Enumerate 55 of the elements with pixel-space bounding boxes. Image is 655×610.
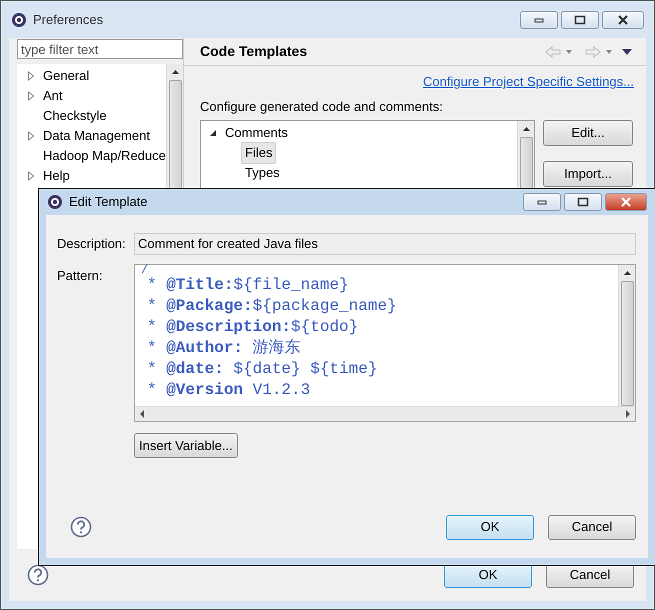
minimize-button[interactable] <box>520 10 558 28</box>
description-label: Description: <box>57 235 127 254</box>
close-icon <box>617 14 629 24</box>
code-line: *@Version V1.2.3 <box>146 380 312 401</box>
dialog-title: Edit Template <box>69 193 149 212</box>
tree-item[interactable]: General <box>43 66 90 86</box>
collapsed-arrow-icon[interactable] <box>27 131 35 141</box>
code-line: *@Title:${file_name} <box>146 275 350 296</box>
cancel-button[interactable]: Cancel <box>548 514 636 540</box>
code-line: *@Author: 游海东 <box>146 338 302 359</box>
pattern-label: Pattern: <box>57 267 104 285</box>
app-icon <box>11 12 27 28</box>
tree-item[interactable]: Ant <box>43 86 63 106</box>
page-title: Code Templates <box>200 42 308 61</box>
scroll-right-arrow-icon[interactable] <box>625 410 631 418</box>
navigation-arrows-icon[interactable] <box>544 44 634 58</box>
tree-item[interactable]: Files <box>241 142 276 164</box>
code-line: *@Description:${todo} <box>146 317 360 338</box>
close-button[interactable] <box>602 10 644 28</box>
ok-button[interactable]: OK <box>446 514 534 540</box>
minimize-icon <box>537 199 547 205</box>
code-line: *@date: ${date} ${time} <box>146 359 378 380</box>
templates-scrollbar[interactable] <box>517 121 534 189</box>
help-icon[interactable] <box>27 564 49 586</box>
minimize-icon <box>534 16 544 22</box>
maximize-button[interactable] <box>561 10 599 28</box>
code-line: *@Package:${package_name} <box>146 296 398 317</box>
insert-variable-button[interactable]: Insert Variable... <box>134 433 238 458</box>
side-button[interactable]: Import... <box>543 161 633 187</box>
close-icon <box>620 197 632 207</box>
tree-item[interactable]: Types <box>241 162 284 184</box>
tree-item[interactable]: Hadoop Map/Reduce <box>43 146 166 166</box>
description-field[interactable]: Comment for created Java files <box>134 233 636 255</box>
side-button[interactable]: Edit... <box>543 120 633 146</box>
tree-item[interactable]: Help <box>43 166 70 186</box>
maximize-icon <box>577 197 589 207</box>
horizontal-scrollbar[interactable] <box>135 406 635 421</box>
project-settings-link[interactable]: Configure Project Specific Settings... <box>423 72 634 92</box>
tree-item[interactable]: Comments <box>225 123 288 143</box>
maximize-button[interactable] <box>564 193 602 211</box>
tree-item[interactable]: Checkstyle <box>43 106 107 126</box>
tree-item[interactable]: Data Management <box>43 126 150 146</box>
close-button[interactable] <box>605 193 647 211</box>
app-icon <box>47 194 63 210</box>
intro-text: Configure generated code and comments: <box>199 98 444 116</box>
vertical-scrollbar[interactable] <box>618 265 635 406</box>
expanded-arrow-icon[interactable] <box>209 129 217 137</box>
maximize-icon <box>574 14 586 24</box>
minimize-button[interactable] <box>523 193 561 211</box>
code-line: / <box>141 265 149 275</box>
collapsed-arrow-icon[interactable] <box>27 171 35 181</box>
filter-field[interactable]: type filter text <box>17 39 183 59</box>
window-title: Preferences <box>33 10 104 29</box>
pattern-editor[interactable]: / *@Title:${file_name} *@Package:${package_name} *@Description:${todo} *@Author: 游海东 *@date: ${date} ${time} *@Version V1.2.3 <box>134 264 636 422</box>
scroll-left-arrow-icon[interactable] <box>139 410 145 418</box>
